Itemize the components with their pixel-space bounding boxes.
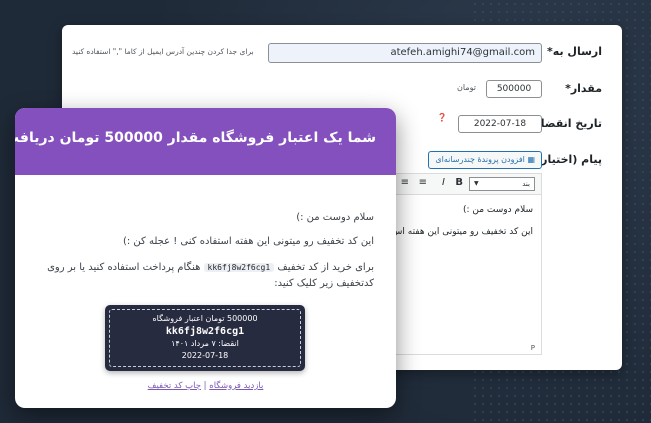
coupon-code: kk6fj8w2f6cg1	[165, 326, 245, 337]
amount-label: مقدار*	[565, 82, 602, 95]
expiry-date-field[interactable]: 2022-07-18	[458, 115, 542, 133]
format-select-value: بند	[522, 180, 530, 188]
instruction-text-2: کدتخفیف زیر کلیک کنید:	[274, 278, 374, 289]
email-header: شما یک اعتبار فروشگاه مقدار 500000 تومان…	[15, 108, 396, 175]
instruction-pre: برای خرید از کد تخفیف	[277, 262, 374, 273]
currency-label: تومان	[457, 83, 476, 92]
inline-coupon-code: kk6fj8w2f6cg1	[203, 263, 275, 272]
help-icon[interactable]: ❓	[437, 113, 447, 122]
italic-icon[interactable]: I	[442, 177, 445, 188]
numbered-list-icon[interactable]: ≡	[401, 177, 409, 188]
instruction-text: برای خرید از کد تخفیف kk6fj8w2f6cg1 هنگا…	[47, 262, 374, 273]
coupon-date: 2022-07-18	[181, 351, 229, 360]
bold-icon[interactable]: B	[455, 177, 463, 188]
expiry-label: تاریخ انقضا	[540, 117, 602, 130]
print-coupon-link[interactable]: چاپ کد تخفیف	[148, 381, 201, 391]
format-select[interactable]: بند ▼	[469, 177, 535, 191]
instruction-post: هنگام پرداخت استفاده کنید یا بر روی	[47, 262, 201, 273]
coupon-title: 500000 تومان اعتبار فروشگاه	[152, 314, 258, 323]
email-title: شما یک اعتبار فروشگاه مقدار 500000 تومان…	[15, 130, 376, 146]
add-media-button[interactable]: ▦ افزودن پروندهٔ چندرسانه‌ای	[428, 151, 542, 169]
email-field[interactable]: atefeh.amighi74@gmail.com	[268, 43, 542, 63]
amount-field[interactable]: 500000	[486, 80, 542, 98]
coupon-expiry: انقضا: ۷ مرداد ۱۴۰۱	[171, 339, 239, 348]
link-separator: |	[203, 381, 207, 391]
message-text: این کد تخفیف رو میتونی این هفته استفاده …	[122, 236, 374, 247]
coupon-box[interactable]: 500000 تومان اعتبار فروشگاه kk6fj8w2f6cg…	[105, 305, 305, 371]
email-hint: برای جدا کردن چندین آدرس ایمیل از کاما "…	[72, 47, 254, 56]
chevron-down-icon: ▼	[474, 180, 479, 187]
coupon-border: 500000 تومان اعتبار فروشگاه kk6fj8w2f6cg…	[109, 309, 301, 367]
footer-links: بازدید فروشگاه | چاپ کد تخفیف	[15, 381, 396, 391]
add-media-label: افزودن پروندهٔ چندرسانه‌ای	[435, 155, 525, 164]
editor-status: P	[530, 344, 535, 352]
email-label: ارسال به*	[547, 45, 602, 58]
bullet-list-icon[interactable]: ≡	[419, 177, 427, 188]
email-preview-card: شما یک اعتبار فروشگاه مقدار 500000 تومان…	[15, 108, 396, 408]
media-icon: ▦	[527, 155, 535, 164]
visit-shop-link[interactable]: بازدید فروشگاه	[209, 381, 263, 391]
greeting-text: سلام دوست من :)	[296, 212, 374, 223]
